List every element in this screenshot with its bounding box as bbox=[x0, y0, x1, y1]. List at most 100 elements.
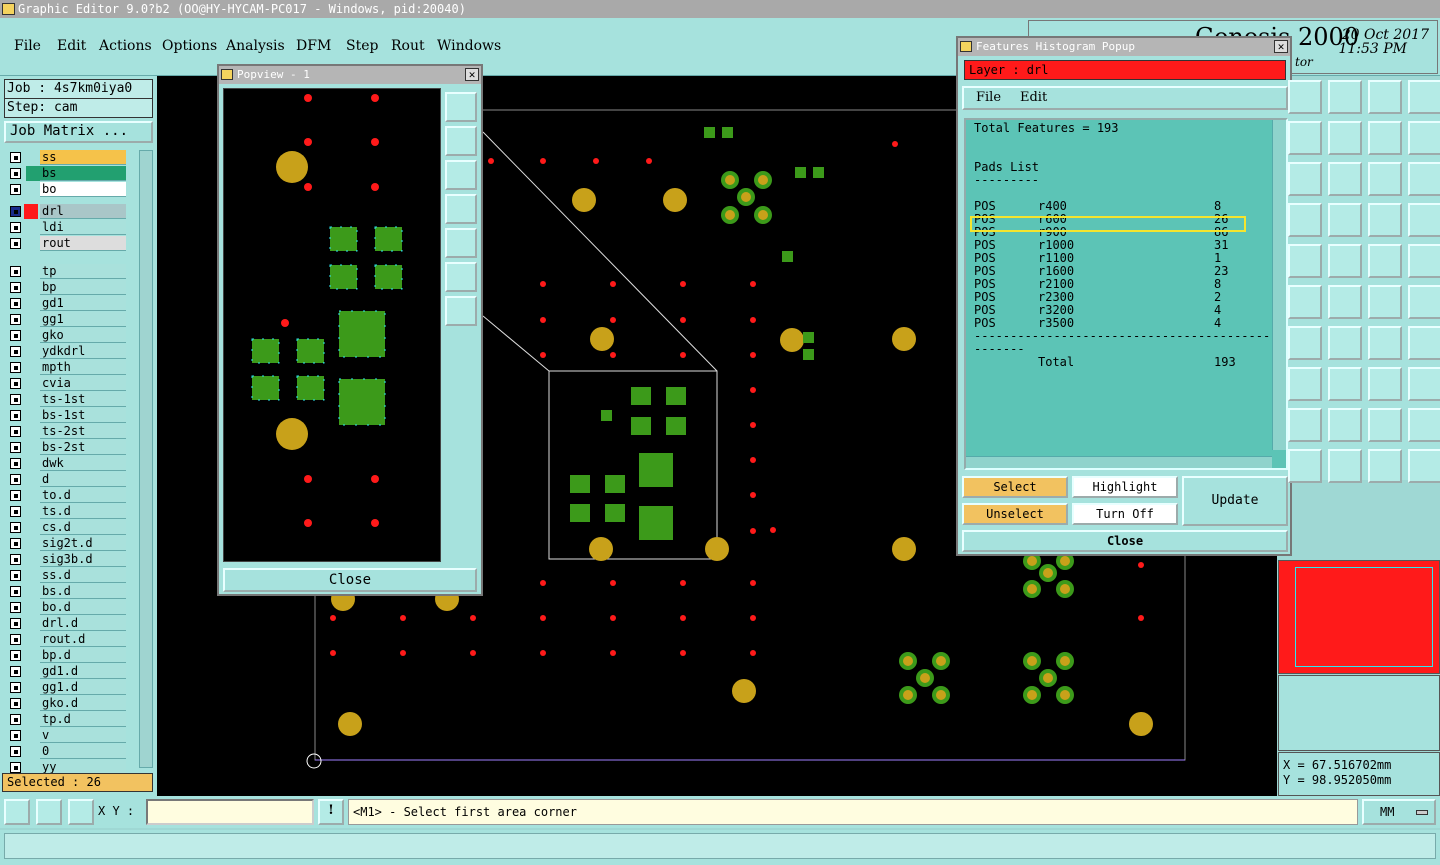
layer-checkbox[interactable] bbox=[10, 206, 21, 217]
layer-checkbox[interactable] bbox=[10, 682, 21, 693]
pad-row[interactable]: POS r1100 1 bbox=[974, 252, 1286, 265]
layer-checkbox[interactable] bbox=[10, 346, 21, 357]
popview-canvas[interactable] bbox=[223, 88, 441, 562]
layer-checkbox[interactable] bbox=[10, 266, 21, 277]
layer-name[interactable]: cvia bbox=[40, 376, 126, 391]
layer-checkbox[interactable] bbox=[10, 586, 21, 597]
layer-name[interactable]: bs-1st bbox=[40, 408, 126, 423]
layer-checkbox[interactable] bbox=[10, 602, 21, 613]
close-icon[interactable]: ✕ bbox=[1274, 40, 1288, 53]
report-vscrollbar[interactable] bbox=[1272, 120, 1286, 450]
zoom-out-icon[interactable] bbox=[445, 296, 477, 326]
layer-checkbox[interactable] bbox=[10, 506, 21, 517]
layer-row-drl-d[interactable]: drl.d bbox=[4, 616, 140, 631]
layer-name[interactable]: drl bbox=[40, 204, 126, 219]
snap-icon[interactable] bbox=[1288, 203, 1322, 237]
layer-checkbox[interactable] bbox=[10, 650, 21, 661]
layer-name[interactable]: gg1 bbox=[40, 312, 126, 327]
rotate-icon[interactable] bbox=[1368, 121, 1402, 155]
layer-checkbox[interactable] bbox=[10, 554, 21, 565]
layer-checkbox[interactable] bbox=[10, 314, 21, 325]
layer-name[interactable]: 0 bbox=[40, 744, 126, 759]
xy-input[interactable] bbox=[146, 799, 314, 825]
layer-name[interactable]: bs-2st bbox=[40, 440, 126, 455]
layer-name[interactable]: gko bbox=[40, 328, 126, 343]
layer-name[interactable]: v bbox=[40, 728, 126, 743]
layer-row-gd1[interactable]: gd1 bbox=[4, 296, 140, 311]
layer-row-ts-d[interactable]: ts.d bbox=[4, 504, 140, 519]
layer-checkbox[interactable] bbox=[10, 762, 21, 773]
popview-close-button[interactable]: Close bbox=[223, 568, 477, 592]
menu-dfm[interactable]: DFM bbox=[296, 38, 331, 54]
layer-name[interactable]: rout.d bbox=[40, 632, 126, 647]
scale-icon[interactable] bbox=[1368, 162, 1402, 196]
layer-row-mpth[interactable]: mpth bbox=[4, 360, 140, 375]
layer-name[interactable]: ldi bbox=[40, 220, 126, 235]
layer-row-rout[interactable]: rout bbox=[4, 236, 140, 251]
turn-off-button[interactable]: Turn Off bbox=[1072, 503, 1178, 525]
layer-checkbox[interactable] bbox=[10, 282, 21, 293]
layer-name[interactable]: gd1 bbox=[40, 296, 126, 311]
layer-checkbox[interactable] bbox=[10, 426, 21, 437]
layer-name[interactable]: ts.d bbox=[40, 504, 126, 519]
layer-name[interactable]: bs bbox=[40, 166, 126, 181]
layer-name[interactable]: gd1.d bbox=[40, 664, 126, 679]
layer-name[interactable]: gg1.d bbox=[40, 680, 126, 695]
layer-row-ts-1st[interactable]: ts-1st bbox=[4, 392, 140, 407]
layer-row-dwk[interactable]: dwk bbox=[4, 456, 140, 471]
layer-row-cs-d[interactable]: cs.d bbox=[4, 520, 140, 535]
square-icon[interactable] bbox=[1288, 121, 1322, 155]
layer-row-drl[interactable]: drl bbox=[4, 204, 140, 219]
layer-checkbox[interactable] bbox=[10, 746, 21, 757]
layer-checkbox[interactable] bbox=[10, 184, 21, 195]
layer-name[interactable]: dwk bbox=[40, 456, 126, 471]
layer-name[interactable]: sig3b.d bbox=[40, 552, 126, 567]
layer-checkbox[interactable] bbox=[10, 698, 21, 709]
layer-checkbox[interactable] bbox=[10, 152, 21, 163]
layer-name[interactable]: tp bbox=[40, 264, 126, 279]
pan-right-icon[interactable] bbox=[445, 228, 477, 258]
layer-row-gg1[interactable]: gg1 bbox=[4, 312, 140, 327]
layer-checkbox[interactable] bbox=[10, 634, 21, 645]
layer-checkbox[interactable] bbox=[10, 378, 21, 389]
layer-name[interactable]: to.d bbox=[40, 488, 126, 503]
step-icon[interactable] bbox=[1408, 121, 1440, 155]
layer-name[interactable]: ss.d bbox=[40, 568, 126, 583]
layer-name[interactable]: bs.d bbox=[40, 584, 126, 599]
layer-name[interactable]: ts-1st bbox=[40, 392, 126, 407]
pan-left-icon[interactable] bbox=[445, 194, 477, 224]
tri3-icon[interactable] bbox=[1368, 408, 1402, 442]
menu-actions[interactable]: Actions bbox=[99, 38, 152, 54]
layer-name[interactable]: gko.d bbox=[40, 696, 126, 711]
zoom-in-icon[interactable] bbox=[445, 262, 477, 292]
layer-checkbox[interactable] bbox=[10, 490, 21, 501]
layer-row-gd1-d[interactable]: gd1.d bbox=[4, 664, 140, 679]
pad-row[interactable]: POS r400 8 bbox=[974, 200, 1286, 213]
window-icon[interactable] bbox=[1408, 80, 1440, 114]
layer-row-to-d[interactable]: to.d bbox=[4, 488, 140, 503]
house-icon[interactable] bbox=[1368, 80, 1402, 114]
layer-row-bo[interactable]: bo bbox=[4, 182, 140, 197]
cursor2-icon[interactable] bbox=[1328, 449, 1362, 483]
pan-down-icon[interactable] bbox=[445, 160, 477, 190]
layer-checkbox[interactable] bbox=[10, 458, 21, 469]
layer-row-bs[interactable]: bs bbox=[4, 166, 140, 181]
layer-checkbox[interactable] bbox=[10, 298, 21, 309]
layer-row-rout-d[interactable]: rout.d bbox=[4, 632, 140, 647]
pad-row[interactable]: POS r2300 2 bbox=[974, 291, 1286, 304]
layer-row-ydkdrl[interactable]: ydkdrl bbox=[4, 344, 140, 359]
layer-name[interactable]: drl.d bbox=[40, 616, 126, 631]
pad-row[interactable]: POS r3200 4 bbox=[974, 304, 1286, 317]
cursor3-icon[interactable] bbox=[1368, 449, 1402, 483]
report-hscrollbar[interactable] bbox=[966, 456, 1272, 468]
layer-name[interactable]: bo.d bbox=[40, 600, 126, 615]
menu-edit[interactable]: Edit bbox=[57, 38, 86, 54]
layer-scrollbar[interactable] bbox=[139, 150, 153, 768]
layer-row-bs-2st[interactable]: bs-2st bbox=[4, 440, 140, 455]
close-icon[interactable]: ✕ bbox=[465, 68, 479, 81]
zoom-fit-icon[interactable] bbox=[445, 92, 477, 122]
link2-icon[interactable] bbox=[1408, 285, 1440, 319]
menu-file[interactable]: File bbox=[14, 38, 41, 54]
layer-checkbox[interactable] bbox=[10, 362, 21, 373]
layer-row-bs-d[interactable]: bs.d bbox=[4, 584, 140, 599]
